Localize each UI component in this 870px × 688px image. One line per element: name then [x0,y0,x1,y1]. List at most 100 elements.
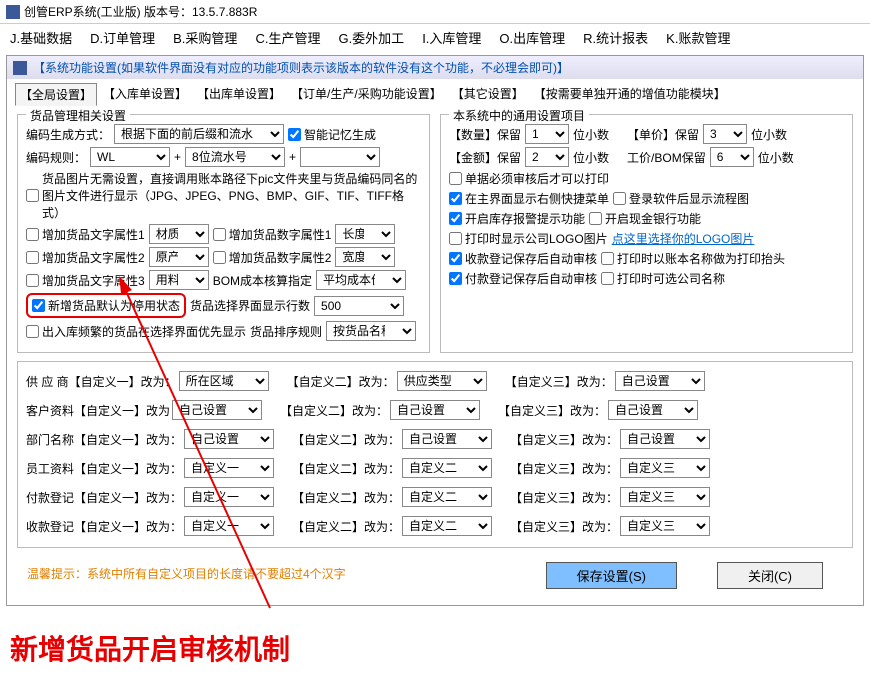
custom-select-3[interactable]: 自己设置 [620,429,710,449]
group-common-settings: 本系统中的通用设置项目 【数量】保留 1 位小数 【单价】保留 3 位小数 【金… [440,114,853,353]
cb-stock-alert[interactable]: 开启库存报警提示功能 [449,210,585,227]
cb-text-attr1[interactable]: 增加货品文字属性1 [26,226,145,243]
cb-receipt-auto-audit[interactable]: 收款登记保存后自动审核 [449,250,597,267]
custom-select-3[interactable]: 自定义三 [620,458,710,478]
menu-item[interactable]: I.入库管理 [422,28,481,47]
cb-print-logo[interactable]: 打印时显示公司LOGO图片 [449,230,608,247]
cb-show-shortcut[interactable]: 在主界面显示右侧快捷菜单 [449,190,609,207]
select-text-attr3[interactable]: 用料 [149,270,209,290]
label-code-rule: 编码规则： [26,149,86,166]
group-goods-settings: 货品管理相关设置 编码生成方式： 根据下面的前后缀和流水号生成编码 智能记忆生成… [17,114,430,353]
cb-new-goods-disabled[interactable]: 新增货品默认为停用状态 [32,297,180,314]
label-bom-cost: BOM成本核算指定 [213,272,312,289]
custom-select-3[interactable]: 自定义三 [620,516,710,536]
app-icon [6,5,20,19]
select-serial[interactable]: 8位流水号 [185,147,285,167]
label-sort-rule: 货品排序规则 [250,323,322,340]
select-text-attr2[interactable]: 原产地 [149,247,209,267]
cb-payment-auto-audit[interactable]: 付款登记保存后自动审核 [449,270,597,287]
cb-cash-bank[interactable]: 开启现金银行功能 [589,210,701,227]
select-num-attr1[interactable]: 长度 [335,224,395,244]
save-button[interactable]: 保存设置(S) [546,562,677,589]
group-custom-fields: 供 应 商【自定义一】改为：所在区域【自定义二】改为：供应类型【自定义三】改为：… [17,361,853,548]
menu-item[interactable]: R.统计报表 [583,28,648,47]
menu-item[interactable]: O.出库管理 [499,28,565,47]
custom-select-2[interactable]: 自定义二 [402,487,492,507]
tab-item[interactable]: 【按需要单独开通的增值功能模块】 [530,83,730,106]
cb-num-attr1[interactable]: 增加货品数字属性1 [213,226,332,243]
close-button[interactable]: 关闭(C) [717,562,823,589]
cb-text-attr2[interactable]: 增加货品文字属性2 [26,249,145,266]
custom-select-3[interactable]: 自己设置 [608,400,698,420]
select-num-attr2[interactable]: 宽度 [335,247,395,267]
select-bom-decimals[interactable]: 6 [710,147,754,167]
custom-row: 供 应 商【自定义一】改为：所在区域【自定义二】改为：供应类型【自定义三】改为：… [26,371,844,391]
select-prefix[interactable]: WL [90,147,170,167]
custom-select-1[interactable]: 自定义一 [184,487,274,507]
select-text-attr1[interactable]: 材质 [149,224,209,244]
custom-select-1[interactable]: 自己设置 [184,429,274,449]
subwindow-title: 【系统功能设置(如果软件界面没有对应的功能项则表示该版本的软件没有这个功能，不必… [33,59,569,76]
custom-select-2[interactable]: 供应类型 [397,371,487,391]
custom-select-2[interactable]: 自己设置 [390,400,480,420]
tab-item[interactable]: 【全局设置】 [15,83,97,106]
cb-show-flowchart[interactable]: 登录软件后显示流程图 [613,190,749,207]
cb-smart-memory[interactable]: 智能记忆生成 [288,126,376,143]
settings-tabbar: 【全局设置】【入库单设置】【出库单设置】【订单/生产/采购功能设置】【其它设置】… [7,79,863,108]
cb-text-attr3[interactable]: 增加货品文字属性3 [26,272,145,289]
tab-item[interactable]: 【其它设置】 [448,83,528,106]
main-menubar: J.基础数据 D.订单管理 B.采购管理 C.生产管理 G.委外加工 I.入库管理 O.出库… [0,24,870,53]
cb-num-attr2[interactable]: 增加货品数字属性2 [213,249,332,266]
cb-pic-auto[interactable]: 货品图片无需设置，直接调用账本路径下pic文件夹里与货品编码同名的图片文件进行显… [26,170,421,221]
custom-select-2[interactable]: 自己设置 [402,429,492,449]
select-amount-decimals[interactable]: 2 [525,147,569,167]
custom-row: 收款登记【自定义一】改为：自定义一【自定义二】改为：自定义二【自定义三】改为：自… [26,516,844,536]
custom-select-3[interactable]: 自定义三 [620,487,710,507]
cb-audit-before-print[interactable]: 单据必须审核后才可以打印 [449,170,609,187]
menu-item[interactable]: G.委外加工 [338,28,404,47]
app-titlebar: 创管ERP系统(工业版) 版本号：13.5.7.883R [0,0,870,24]
label-display-rows: 货品选择界面显示行数 [190,297,310,314]
group-title-left: 货品管理相关设置 [26,107,130,124]
app-title: 创管ERP系统(工业版) 版本号：13.5.7.883R [24,3,257,20]
select-sort-rule[interactable]: 按货品名称 [326,321,416,341]
cb-print-account-name[interactable]: 打印时以账本名称做为打印抬头 [601,250,785,267]
tab-item[interactable]: 【入库单设置】 [99,83,191,106]
menu-item[interactable]: B.采购管理 [173,28,237,47]
select-code-gen[interactable]: 根据下面的前后缀和流水号生成编码 [114,124,284,144]
menu-item[interactable]: C.生产管理 [255,28,320,47]
custom-row: 部门名称【自定义一】改为：自己设置【自定义二】改为：自己设置【自定义三】改为：自… [26,429,844,449]
select-suffix[interactable] [300,147,380,167]
select-bom-cost[interactable]: 平均成本价 [316,270,406,290]
custom-row: 员工资料【自定义一】改为：自定义一【自定义二】改为：自定义二【自定义三】改为：自… [26,458,844,478]
cb-frequent-first[interactable]: 出入库频繁的货品在选择界面优先显示 [26,323,246,340]
warm-tip: 温馨提示：系统中所有自定义项目的长度请不要超过4个汉字 [17,563,516,588]
link-choose-logo[interactable]: 点这里选择你的LOGO图片 [612,230,755,247]
settings-subwindow: 【系统功能设置(如果软件界面没有对应的功能项则表示该版本的软件没有这个功能，不必… [6,55,864,606]
menu-item[interactable]: D.订单管理 [90,28,155,47]
custom-select-2[interactable]: 自定义二 [402,458,492,478]
label-code-gen: 编码生成方式： [26,126,110,143]
custom-select-3[interactable]: 自己设置 [615,371,705,391]
group-title-right: 本系统中的通用设置项目 [449,107,589,124]
custom-select-2[interactable]: 自定义二 [402,516,492,536]
select-display-rows[interactable]: 500 [314,296,404,316]
select-qty-decimals[interactable]: 1 [525,124,569,144]
annotation-text: 新增货品开启审核机制 [0,608,870,688]
cb-print-company-select[interactable]: 打印时可选公司名称 [601,270,725,287]
subwindow-titlebar: 【系统功能设置(如果软件界面没有对应的功能项则表示该版本的软件没有这个功能，不必… [7,56,863,79]
custom-row: 付款登记【自定义一】改为：自定义一【自定义二】改为：自定义二【自定义三】改为：自… [26,487,844,507]
tab-item[interactable]: 【订单/生产/采购功能设置】 [287,83,446,106]
tab-content: 货品管理相关设置 编码生成方式： 根据下面的前后缀和流水号生成编码 智能记忆生成… [7,108,863,605]
menu-item[interactable]: K.账款管理 [666,28,730,47]
highlighted-checkbox: 新增货品默认为停用状态 [26,293,186,318]
subwindow-icon [13,61,27,75]
custom-select-1[interactable]: 自己设置 [172,400,262,420]
menu-item[interactable]: J.基础数据 [10,28,72,47]
custom-select-1[interactable]: 自定义一 [184,458,274,478]
custom-row: 客户资料【自定义一】改为自己设置【自定义二】改为：自己设置【自定义三】改为：自己… [26,400,844,420]
custom-select-1[interactable]: 所在区域 [179,371,269,391]
custom-select-1[interactable]: 自定义一 [184,516,274,536]
select-price-decimals[interactable]: 3 [703,124,747,144]
tab-item[interactable]: 【出库单设置】 [193,83,285,106]
